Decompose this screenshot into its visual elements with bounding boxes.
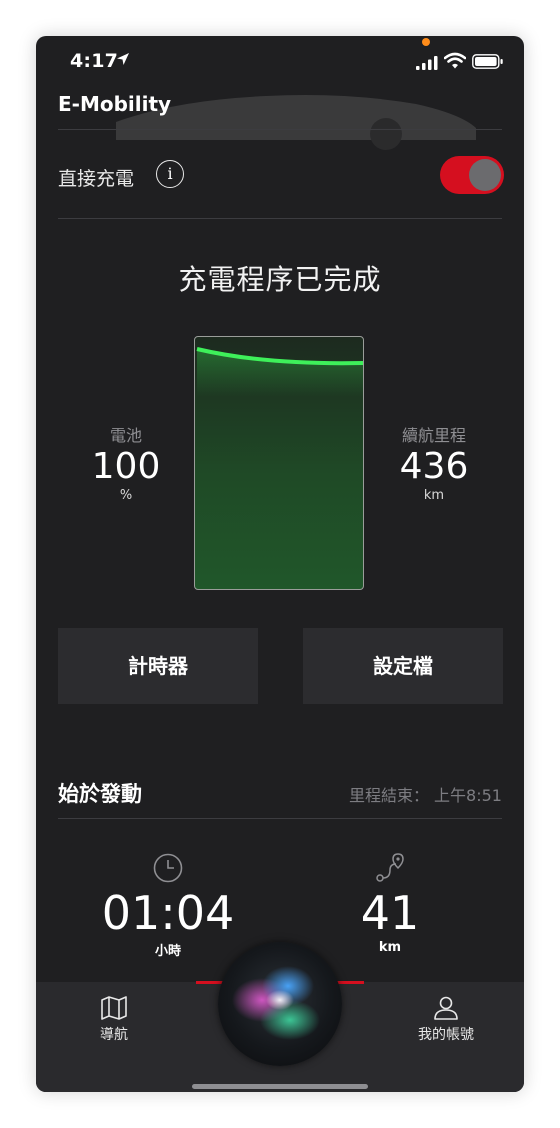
- privacy-indicator-dot: [422, 38, 430, 46]
- trip-end-time: 里程結束： 上午8:51: [348, 786, 502, 805]
- trip-divider: [58, 818, 502, 819]
- page-title: E-Mobility: [58, 92, 172, 116]
- home-indicator[interactable]: [192, 1084, 368, 1089]
- battery-unit: %: [119, 488, 133, 503]
- clock-icon: [153, 853, 183, 883]
- siri-glow-icon: [232, 966, 320, 1040]
- range-value: 436: [399, 446, 469, 487]
- tab-account-label: 我的帳號: [418, 1027, 474, 1043]
- direct-charging-label: 直接充電: [58, 168, 135, 190]
- tab-navigation-label: 導航: [100, 1027, 128, 1043]
- direct-charging-toggle[interactable]: [440, 156, 504, 194]
- battery-value: 100: [91, 446, 161, 487]
- battery-icon: [472, 54, 503, 69]
- trip-section-title: 始於發動: [58, 782, 142, 806]
- timer-button[interactable]: 計時器: [58, 628, 258, 704]
- profile-button[interactable]: 設定檔: [303, 628, 503, 704]
- header-divider: [58, 129, 502, 130]
- phone-screen: 4:17 E-Mobility 直接充電 i 充電程序已完成 電池 100 % …: [36, 36, 524, 1092]
- duration-value: 01:04: [101, 886, 235, 940]
- toggle-knob: [469, 159, 501, 191]
- user-icon: [434, 996, 458, 1020]
- distance-value: 41: [360, 886, 420, 940]
- cellular-signal-icon: [416, 56, 438, 70]
- direct-charging-divider: [58, 218, 502, 219]
- route-icon: [376, 853, 404, 882]
- status-bar: 4:17: [36, 36, 524, 88]
- battery-stat: 電池 100 %: [66, 422, 186, 503]
- battery-label: 電池: [109, 426, 142, 445]
- battery-fill-line: [196, 347, 363, 397]
- map-icon: [101, 996, 127, 1020]
- range-unit: km: [423, 488, 445, 503]
- location-arrow-icon: [117, 53, 129, 65]
- battery-level-graphic: [194, 336, 364, 590]
- range-stat: 續航里程 436 km: [374, 422, 494, 503]
- charging-status-text: 充電程序已完成: [178, 263, 382, 296]
- siri-orb[interactable]: [218, 942, 342, 1066]
- wifi-icon: [444, 52, 466, 69]
- range-label: 續航里程: [401, 426, 466, 445]
- tab-account[interactable]: 我的帳號: [406, 996, 486, 1044]
- status-time: 4:17: [70, 50, 119, 72]
- info-icon[interactable]: i: [156, 160, 184, 188]
- direct-charging-row: 直接充電 i: [58, 156, 504, 196]
- tab-navigation[interactable]: 導航: [74, 996, 154, 1044]
- distance-metric: 41 km: [310, 852, 470, 955]
